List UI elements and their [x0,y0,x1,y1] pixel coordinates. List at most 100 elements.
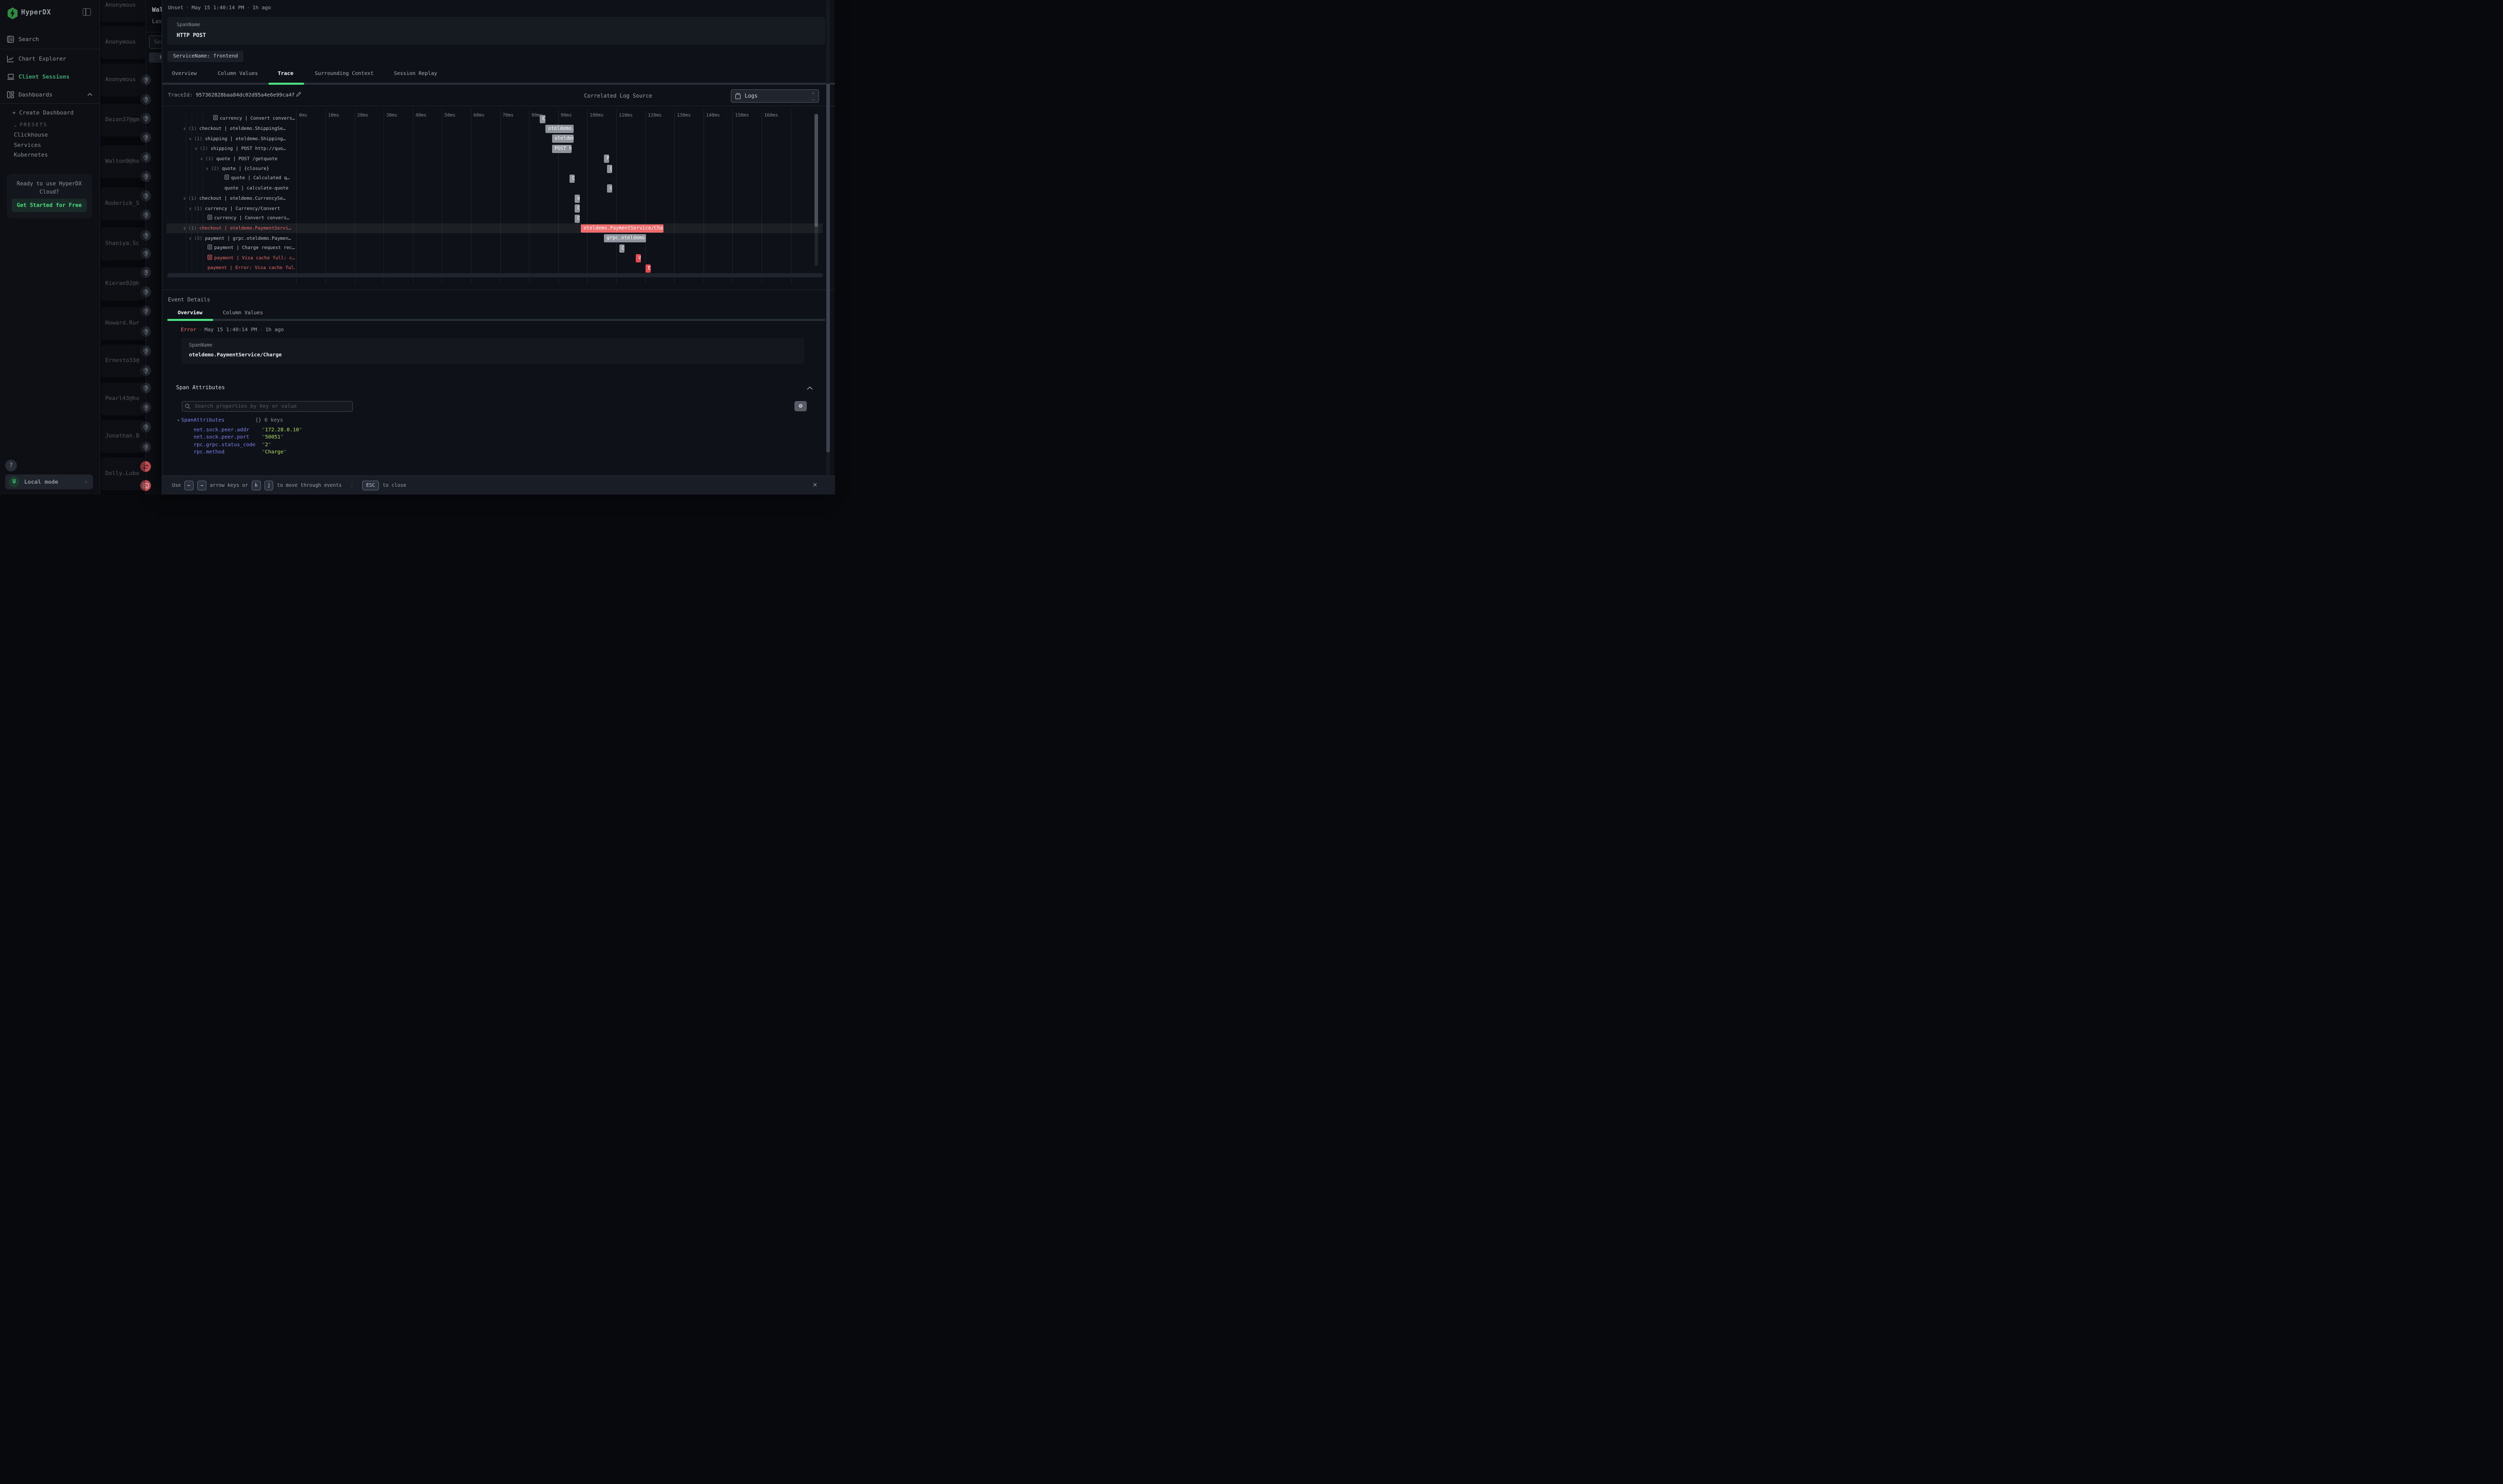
chevron-down-icon[interactable]: ∨ [189,234,194,243]
trace-span-bar[interactable]: Convert [540,115,545,123]
chevron-down-icon[interactable]: ∨ [206,164,211,174]
sidebar-preset-kubernetes[interactable]: Kubernetes [14,151,48,158]
trace-tree-row[interactable]: payment | Charge request rec… [207,243,295,253]
trace-tree-row[interactable]: payment | Visa cache full: c… [207,254,295,263]
laptop-icon [7,73,15,81]
trace-span-bar[interactable]: calculate [607,184,612,193]
trace-tree-row[interactable]: ∨(1)currency | Currency/Convert [189,204,295,214]
attributes-root-row[interactable]: ▾SpanAttributes [177,417,224,423]
attribute-value[interactable]: 172.28.0.10 [262,427,302,433]
trace-tree-row[interactable]: quote | Calculated q… [224,174,295,183]
event-details-tab-column-values[interactable]: Column Values [223,310,263,316]
sidebar-item-chart-explorer[interactable]: Chart Explorer [0,52,100,66]
hint-text: to close [383,483,406,488]
attributes-keys-count: {} 6 keys [255,417,283,423]
span-child-count: (1) [188,226,199,231]
span-child-count: (1) [194,137,205,142]
sidebar-item-client-sessions[interactable]: Client Sessions [0,70,100,84]
trace-tree-row[interactable]: ∨(1)quote | POST /getquote [200,154,295,164]
trace-span-bar[interactable]: Charge req [619,244,624,253]
waterfall-horizontal-scrollbar[interactable] [167,273,823,277]
attribute-value[interactable]: 50051 [262,434,283,440]
tab-surrounding-context[interactable]: Surrounding Context [315,71,373,77]
edit-icon[interactable] [296,91,301,97]
chevron-down-icon[interactable]: ∨ [183,124,188,134]
sidebar-preset-services[interactable]: Services [14,142,41,148]
waterfall-scrollbar-thumb[interactable] [814,114,818,227]
attribute-key[interactable]: rpc.method [194,449,262,455]
span-label: payment | grpc.oteldemo.Paymen… [205,236,291,241]
chevron-down-icon: ⌄ [14,122,20,128]
trace-tree-row[interactable]: ∨(1)shipping | oteldemo.Shipping… [189,134,295,144]
modal-dim-overlay [100,0,145,494]
tab-session-replay[interactable]: Session Replay [394,71,437,77]
cloud-promo-card: Ready to use HyperDX Cloud? Get Started … [7,174,92,218]
attribute-key[interactable]: net.sock.peer.addr [194,427,262,433]
chevron-down-icon[interactable]: ∨ [189,204,194,214]
timeline-tick-label: 20ms [357,113,369,118]
trace-span-bar[interactable]: Convert [575,215,580,223]
trace-tree-row[interactable]: ∨(1)checkout | oteldemo.CurrencySe… [183,194,295,203]
attribute-value[interactable]: 2 [262,442,271,448]
trace-span-bar[interactable]: {closure} [607,165,612,173]
trace-span-bar[interactable]: Visa cache [636,254,641,262]
chevron-down-icon[interactable]: ∨ [200,154,205,164]
chevron-down-icon[interactable]: ∨ [183,194,188,203]
sidebar-collapse-icon[interactable] [83,8,91,16]
trace-span-bar[interactable]: POST h [552,145,572,153]
trace-span-bar[interactable]: oteldem [552,135,574,143]
timeline-gridline [500,109,501,284]
help-button[interactable]: ? [5,460,17,471]
get-started-button[interactable]: Get Started for Free [12,199,87,212]
attribute-key[interactable]: net.sock.peer.port [194,434,262,440]
correlated-log-source-label: Correlated Log Source [584,93,652,99]
trace-span-bar[interactable]: Currency/C [575,204,580,213]
trace-tree-row[interactable]: currency | Convert convers… [213,114,295,124]
trace-span-bar[interactable]: Calculated [570,175,575,183]
timeline-gridline [674,109,675,284]
tab-overview[interactable]: Overview [172,71,197,77]
status-badge: Unset [168,5,183,11]
presets-toggle[interactable]: ⌄ PRESETS [14,122,48,128]
trace-span-bar[interactable]: oteldemo. [545,125,574,133]
trace-tree-row[interactable]: currency | Convert convers… [207,214,295,223]
chevron-down-icon[interactable]: ∨ [183,223,188,233]
sidebar-item-dashboards[interactable]: Dashboards [0,88,100,102]
create-dashboard-button[interactable]: + Create Dashboard [12,109,73,116]
trace-span-bar[interactable]: oteldemo.PaymentService/Char [581,224,663,233]
span-child-count: (1) [194,206,205,212]
trace-tree-row[interactable]: ∨(1)shipping | POST http://quo… [195,144,295,154]
sidebar-item-label: Chart Explorer [18,55,66,62]
tab-column-values[interactable]: Column Values [218,71,258,77]
session-subtitle: Las [152,18,162,25]
chevron-down-icon[interactable]: ∨ [189,134,194,144]
modal-scrollbar-thumb[interactable] [826,84,830,452]
collapse-section-icon[interactable] [807,386,813,390]
trace-span-bar[interactable]: POST [604,155,609,163]
trace-tree-row[interactable]: ∨(2)quote | {closure} [206,164,295,174]
attribute-value[interactable]: Charge [262,449,287,455]
sidebar-item-search[interactable]: Search [0,33,100,46]
trace-tree-row[interactable]: ∨(3)payment | grpc.oteldemo.Paymen… [189,234,295,243]
tab-trace[interactable]: Trace [278,71,293,77]
event-details-tab-overview[interactable]: Overview [178,310,202,316]
trace-tree-row[interactable]: quote | calculate-quote [224,184,295,194]
user-mode-label: Local mode [24,479,58,485]
trace-tree-row[interactable]: ∨(1)checkout | oteldemo.ShippingSe… [183,124,295,134]
attributes-search-input[interactable] [182,401,353,412]
attributes-settings-button[interactable]: ⚙ [794,401,807,411]
close-icon[interactable]: ✕ [809,479,821,490]
attribute-key[interactable]: rpc.grpc.status_code [194,442,262,448]
service-name-chip[interactable]: ServiceName: frontend [167,51,243,62]
chevron-down-icon[interactable]: ∨ [195,144,200,154]
trace-span-bar[interactable]: oteldemo.C [575,195,580,203]
trace-tree-row[interactable]: payment | Error: Visa cache ful… [207,263,295,273]
sidebar-preset-clickhouse[interactable]: Clickhouse [14,131,48,138]
user-menu[interactable]: U Local mode › [5,474,93,489]
trace-tree-row[interactable]: ∨(1)checkout | oteldemo.PaymentServi… [183,223,295,233]
trace-span-bar[interactable]: Error: Vis [646,264,651,273]
span-name-value: HTTP POST [177,32,206,39]
log-source-select[interactable]: Logs ⌃⌄ [731,89,819,103]
logo[interactable]: HyperDX [0,6,100,22]
trace-span-bar[interactable]: grpc.oteldemo. [604,234,646,242]
